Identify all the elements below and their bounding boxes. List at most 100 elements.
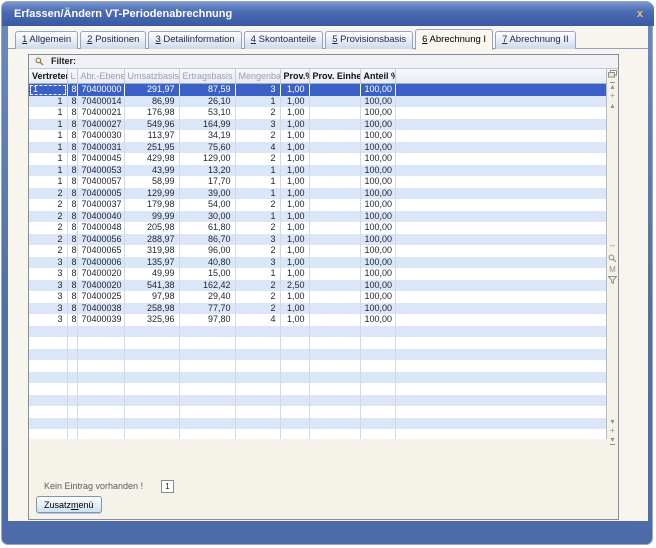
cell-anteil[interactable]: 100,00: [360, 268, 395, 280]
cell-umsatz[interactable]: 541,38: [124, 280, 179, 292]
cell-vertreter[interactable]: 3: [29, 280, 67, 292]
cell-l[interactable]: 8: [67, 222, 77, 234]
cell-menge[interactable]: 1: [235, 96, 280, 108]
cell-l[interactable]: 8: [67, 234, 77, 246]
cell-einheiten[interactable]: [309, 119, 360, 131]
table-row[interactable]: 187040005758,9917,7011,00100,00: [29, 176, 606, 188]
cell-ebene[interactable]: 70400039: [77, 314, 124, 326]
cell-prov[interactable]: 1,00: [280, 291, 309, 303]
cell-anteil[interactable]: 100,00: [360, 211, 395, 223]
cell-einheiten[interactable]: [309, 84, 360, 96]
cell-ebene[interactable]: 70400056: [77, 234, 124, 246]
cell-prov[interactable]: 1,00: [280, 153, 309, 165]
cell-anteil[interactable]: 100,00: [360, 96, 395, 108]
cell-l[interactable]: 8: [67, 84, 77, 96]
table-row[interactable]: 1870400021176,9853,1021,00100,00: [29, 107, 606, 119]
cell-einheiten[interactable]: [309, 142, 360, 154]
cell-ebene[interactable]: 70400057: [77, 176, 124, 188]
cell-prov[interactable]: 1,00: [280, 188, 309, 200]
cell-filler[interactable]: [395, 188, 606, 200]
cell-filler[interactable]: [395, 176, 606, 188]
table-row[interactable]: 1870400030113,9734,1921,00100,00: [29, 130, 606, 142]
cell-vertreter[interactable]: 2: [29, 188, 67, 200]
table-row[interactable]: 187040005343,9913,2011,00100,00: [29, 165, 606, 177]
cell-menge[interactable]: 1: [235, 188, 280, 200]
cell-einheiten[interactable]: [309, 153, 360, 165]
cell-einheiten[interactable]: [309, 314, 360, 326]
cell-menge[interactable]: 3: [235, 84, 280, 96]
cell-ebene[interactable]: 70400020: [77, 280, 124, 292]
cell-ertrag[interactable]: 26,10: [179, 96, 235, 108]
cell-prov[interactable]: 1,00: [280, 268, 309, 280]
cell-vertreter[interactable]: 1: [29, 165, 67, 177]
cell-prov[interactable]: 1,00: [280, 119, 309, 131]
cell-einheiten[interactable]: [309, 303, 360, 315]
table-row[interactable]: 387040002049,9915,0011,00100,00: [29, 268, 606, 280]
cell-l[interactable]: 8: [67, 257, 77, 269]
cell-l[interactable]: 8: [67, 96, 77, 108]
cell-einheiten[interactable]: [309, 130, 360, 142]
cell-umsatz[interactable]: 58,99: [124, 176, 179, 188]
cell-anteil[interactable]: 100,00: [360, 234, 395, 246]
table-row[interactable]: 387040002597,9829,4021,00100,00: [29, 291, 606, 303]
cell-menge[interactable]: 2: [235, 280, 280, 292]
cell-vertreter[interactable]: 3: [29, 257, 67, 269]
cell-ertrag[interactable]: 86,70: [179, 234, 235, 246]
cell-l[interactable]: 8: [67, 245, 77, 257]
cell-ebene[interactable]: 70400014: [77, 96, 124, 108]
cell-ebene[interactable]: 70400038: [77, 303, 124, 315]
cell-umsatz[interactable]: 176,98: [124, 107, 179, 119]
cell-vertreter[interactable]: 3: [29, 291, 67, 303]
cell-l[interactable]: 8: [67, 188, 77, 200]
cell-einheiten[interactable]: [309, 291, 360, 303]
cell-prov[interactable]: 1,00: [280, 130, 309, 142]
cell-vertreter[interactable]: 3: [29, 314, 67, 326]
cell-prov[interactable]: 1,00: [280, 222, 309, 234]
cell-l[interactable]: 8: [67, 107, 77, 119]
cell-menge[interactable]: 2: [235, 130, 280, 142]
cell-ebene[interactable]: 70400030: [77, 130, 124, 142]
tab-detailinformation[interactable]: 3 Detailinformation: [148, 31, 241, 49]
cell-menge[interactable]: 3: [235, 234, 280, 246]
column-header-ebene[interactable]: Abr.-Ebene: [77, 69, 124, 84]
table-row[interactable]: 1870400027549,96164,9931,00100,00: [29, 119, 606, 131]
cell-l[interactable]: 8: [67, 314, 77, 326]
cell-prov[interactable]: 1,00: [280, 142, 309, 154]
cell-filler[interactable]: [395, 153, 606, 165]
cell-anteil[interactable]: 100,00: [360, 257, 395, 269]
cell-ebene[interactable]: 70400027: [77, 119, 124, 131]
cell-anteil[interactable]: 100,00: [360, 222, 395, 234]
cell-menge[interactable]: 4: [235, 142, 280, 154]
cell-ertrag[interactable]: 34,19: [179, 130, 235, 142]
tab-abrechnung-i[interactable]: 6 Abrechnung I: [415, 29, 493, 50]
cell-umsatz[interactable]: 113,97: [124, 130, 179, 142]
tab-allgemein[interactable]: 1 Allgemein: [15, 31, 78, 49]
cell-anteil[interactable]: 100,00: [360, 119, 395, 131]
cell-ertrag[interactable]: 77,70: [179, 303, 235, 315]
cell-anteil[interactable]: 100,00: [360, 153, 395, 165]
cell-ertrag[interactable]: 17,70: [179, 176, 235, 188]
table-row[interactable]: 2870400048205,9861,8021,00100,00: [29, 222, 606, 234]
cell-einheiten[interactable]: [309, 188, 360, 200]
cell-menge[interactable]: 1: [235, 176, 280, 188]
cell-umsatz[interactable]: 288,97: [124, 234, 179, 246]
cell-umsatz[interactable]: 325,96: [124, 314, 179, 326]
table-row[interactable]: 2870400056288,9786,7031,00100,00: [29, 234, 606, 246]
cell-anteil[interactable]: 100,00: [360, 142, 395, 154]
cell-prov[interactable]: 2,50: [280, 280, 309, 292]
cell-anteil[interactable]: 100,00: [360, 188, 395, 200]
cell-anteil[interactable]: 100,00: [360, 303, 395, 315]
column-header-ertrag[interactable]: Ertragsbasis EUR: [179, 69, 235, 84]
cell-anteil[interactable]: 100,00: [360, 314, 395, 326]
cell-vertreter[interactable]: 2: [29, 222, 67, 234]
cell-prov[interactable]: 1,00: [280, 303, 309, 315]
cell-einheiten[interactable]: [309, 222, 360, 234]
cell-prov[interactable]: 1,00: [280, 176, 309, 188]
cell-ertrag[interactable]: 87,59: [179, 84, 235, 96]
cell-anteil[interactable]: 100,00: [360, 130, 395, 142]
cell-l[interactable]: 8: [67, 268, 77, 280]
filter-bar[interactable]: Filter:: [29, 55, 618, 69]
filter-funnel-icon[interactable]: [607, 276, 618, 285]
cell-prov[interactable]: 1,00: [280, 107, 309, 119]
cell-ertrag[interactable]: 96,00: [179, 245, 235, 257]
